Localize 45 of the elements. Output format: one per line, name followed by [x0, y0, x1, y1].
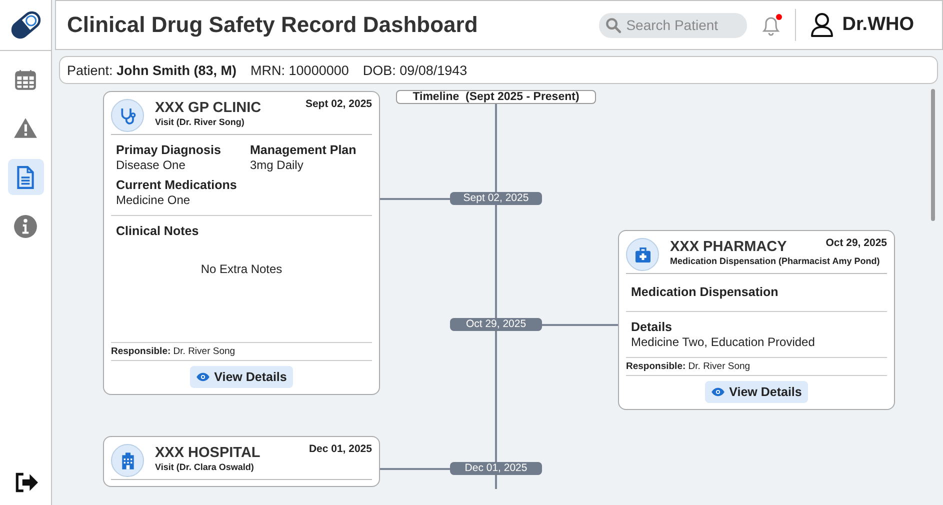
notification-bell-icon[interactable]	[759, 12, 784, 38]
patient-field: DOB: 09/08/1943	[362, 62, 468, 78]
section-heading: Medication Dispensation	[631, 285, 780, 299]
timeline-date: Oct 29, 2025	[450, 318, 542, 331]
field-heading: Management Plan	[250, 143, 358, 157]
field-heading: Current Medications	[116, 178, 238, 192]
event-date: Dec 01, 2025	[308, 443, 372, 455]
patient-field: MRN: 10000000	[250, 62, 349, 78]
event-date: Oct 29, 2025	[826, 237, 887, 249]
field-value: Medicine Two, Education Provided	[631, 335, 816, 349]
patient-field: Patient: John Smith (83, M)	[67, 62, 237, 78]
app-title: Clinical Drug Safety Record Dashboard	[67, 12, 478, 38]
responsible-text: Responsible: Dr. River Song	[626, 358, 887, 376]
facility-name: XXX GP CLINIC	[155, 100, 262, 116]
visit-subtitle: Medication Dispensation (Pharmacist Amy Pond)	[670, 256, 881, 266]
facility-name: XXX PHARMACY	[670, 239, 787, 255]
hospital-icon	[111, 444, 144, 477]
stethoscope-icon	[111, 99, 144, 132]
field-value: Medicine One	[116, 193, 192, 207]
visit-subtitle: Visit (Dr. Clara Oswald)	[155, 462, 255, 472]
user-icon[interactable]	[810, 12, 834, 38]
field-value: 3mg Daily	[250, 158, 304, 172]
view-details-button[interactable]: View Details	[190, 366, 293, 388]
search-field[interactable]: Search Patient	[599, 12, 748, 38]
document-icon[interactable]	[8, 159, 44, 195]
field-heading: Primay Diagnosis	[116, 143, 222, 157]
eye-icon	[711, 387, 726, 397]
facility-name: XXX HOSPITAL	[155, 445, 260, 461]
view-details-button[interactable]: View Details	[705, 381, 808, 403]
timeline-title: Timeline (Sept 2025 - Present)	[396, 90, 596, 104]
field-heading: Details	[631, 320, 673, 334]
search-icon	[605, 16, 622, 34]
timeline-date: Sept 02, 2025	[450, 192, 542, 205]
eye-icon	[196, 372, 210, 382]
medical-kit-icon	[626, 238, 659, 271]
field-value: Disease One	[116, 158, 186, 172]
notes-text: No Extra Notes	[200, 261, 284, 278]
responsible-text: Responsible: Dr. River Song	[111, 343, 372, 361]
user-name[interactable]: Dr.WHO	[842, 14, 914, 36]
scrollbar-thumb[interactable]	[931, 89, 935, 221]
event-date: Sept 02, 2025	[305, 98, 372, 110]
logout-icon[interactable]	[13, 470, 38, 495]
timeline-date: Dec 01, 2025	[450, 462, 542, 475]
visit-subtitle: Visit (Dr. River Song)	[155, 117, 246, 127]
section-heading: Clinical Notes	[116, 224, 200, 238]
